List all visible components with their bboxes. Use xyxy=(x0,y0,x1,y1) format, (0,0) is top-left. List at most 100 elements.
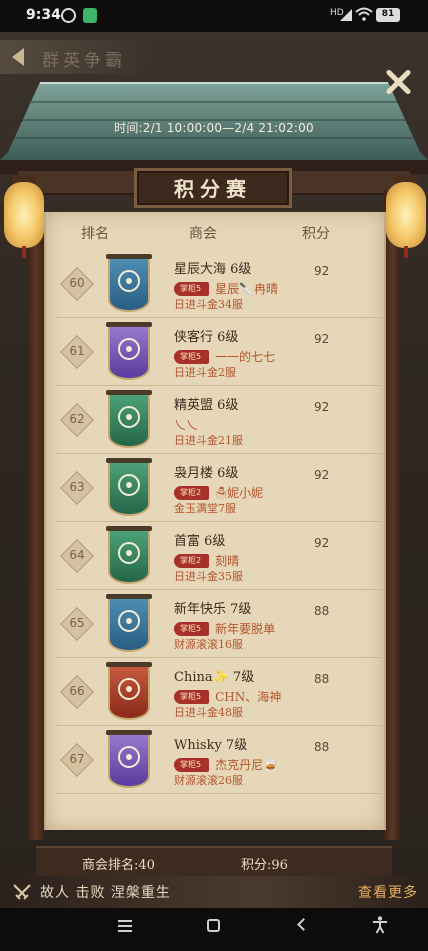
guild-banner-icon xyxy=(106,594,152,650)
guild-name: 精英盟 6级 xyxy=(174,398,239,413)
left-pillar xyxy=(28,190,44,840)
guild-banner-icon xyxy=(106,458,152,514)
my-guild-score: 积分:96 xyxy=(241,858,288,873)
view-more-link[interactable]: 查看更多 xyxy=(358,882,418,902)
leader-badge: 掌柜5 xyxy=(174,349,210,364)
rank-number: 62 xyxy=(69,412,85,426)
guild-banner-icon xyxy=(106,322,152,378)
leader-name: CHN、海神 xyxy=(215,690,282,704)
rank-number: 60 xyxy=(69,276,85,290)
header-rank: 排名 xyxy=(81,226,109,242)
back-arrow-icon[interactable] xyxy=(12,48,24,66)
guild-leader: 乀乀 xyxy=(174,414,198,432)
rank-number: 66 xyxy=(69,684,85,698)
event-title: 群英争霸 xyxy=(42,51,126,71)
guild-banner-icon xyxy=(106,730,152,786)
crossed-swords-icon xyxy=(13,884,31,900)
leader-name: 刻晴 xyxy=(215,554,240,568)
guild-server: 日进斗金48服 xyxy=(174,706,243,719)
leader-badge: 掌柜2 xyxy=(174,553,210,568)
leader-name: ☃妮小妮 xyxy=(215,486,264,500)
guild-name: 侠客行 6级 xyxy=(174,330,239,345)
ranking-row[interactable]: 65 新年快乐 7级 掌柜5 新年要脱单财源滚滚16服 88 xyxy=(56,590,382,658)
guild-name: 星辰大海 6级 xyxy=(174,262,252,277)
leader-badge: 掌柜2 xyxy=(174,485,210,500)
leader-name: 星辰🔪冉晴 xyxy=(215,282,279,296)
guild-score: 88 xyxy=(314,604,330,618)
home-icon[interactable] xyxy=(207,919,220,932)
signal-icon xyxy=(340,9,352,21)
ranking-row[interactable]: 63 袅月楼 6级 掌柜2 ☃妮小妮 金玉满堂7服 92 xyxy=(56,454,382,522)
wifi-icon xyxy=(355,7,373,21)
shield-icon xyxy=(83,8,97,23)
guild-server: 金玉满堂7服 xyxy=(174,502,236,515)
my-guild-rank: 商会排名:40 xyxy=(82,858,155,873)
alarm-icon xyxy=(61,8,76,23)
ticker-message: 故人 击败 涅槃重生 xyxy=(40,885,171,901)
guild-server: 日进斗金34服 xyxy=(174,298,243,311)
rank-number: 65 xyxy=(69,616,85,630)
guild-name: 袅月楼 6级 xyxy=(174,466,239,481)
guild-name: 首富 6级 xyxy=(174,534,226,549)
right-pillar xyxy=(384,190,400,840)
guild-server: 财源滚滚26服 xyxy=(174,774,243,787)
guild-score: 88 xyxy=(314,740,330,754)
guild-leader: 掌柜2 刻晴 xyxy=(174,550,239,568)
rank-number: 64 xyxy=(69,548,85,562)
leader-badge: 掌柜5 xyxy=(174,621,210,636)
leader-name: 新年要脱单 xyxy=(215,622,276,636)
leader-name: 杰克丹尼🥃 xyxy=(215,758,279,772)
battery-icon: 81 xyxy=(376,8,400,22)
right-lantern-icon xyxy=(386,176,426,258)
header-score: 积分 xyxy=(302,226,330,242)
guild-server: 日进斗金21服 xyxy=(174,434,243,447)
ranking-row[interactable]: 64 首富 6级掌柜2 刻晴日进斗金35服 92 xyxy=(56,522,382,590)
ranking-scroll[interactable]: 排名 商会 积分 60 星辰大海 6级 掌柜5 星辰🔪冉晴日进斗金34服 92 61 侠客行… xyxy=(44,212,386,830)
guild-leader: 掌柜2 ☃妮小妮 xyxy=(174,482,263,500)
event-time-range: 时间:2/1 10:00:00—2/4 21:02:00 xyxy=(114,121,314,135)
guild-banner-icon xyxy=(106,662,152,718)
leader-badge: 掌柜5 xyxy=(174,281,210,296)
ranking-row[interactable]: 62 精英盟 6级 乀乀日进斗金21服 92 xyxy=(56,386,382,454)
guild-score: 92 xyxy=(314,400,330,414)
guild-banner-icon xyxy=(106,390,152,446)
rank-number: 61 xyxy=(69,344,85,358)
guild-server: 日进斗金2服 xyxy=(174,366,236,379)
guild-score: 92 xyxy=(314,536,330,550)
guild-leader: 掌柜5 CHN、海神 xyxy=(174,686,281,704)
guild-score: 92 xyxy=(314,332,330,346)
guild-server: 日进斗金35服 xyxy=(174,570,243,583)
ranking-row[interactable]: 60 星辰大海 6级 掌柜5 星辰🔪冉晴日进斗金34服 92 xyxy=(56,250,382,318)
guild-leader: 掌柜5 一一的七七 xyxy=(174,346,275,364)
guild-leader: 掌柜5 新年要脱单 xyxy=(174,618,275,636)
guild-banner-icon xyxy=(106,254,152,310)
leader-name: 一一的七七 xyxy=(215,350,276,364)
guild-leader: 掌柜5 星辰🔪冉晴 xyxy=(174,278,278,296)
guild-score: 92 xyxy=(314,264,330,278)
rank-number: 67 xyxy=(69,752,85,766)
guild-name: China✨ 7级 xyxy=(174,670,255,685)
close-icon[interactable] xyxy=(384,68,412,96)
guild-banner-icon xyxy=(106,526,152,582)
table-header: 排名 商会 积分 xyxy=(46,220,384,246)
ranking-row[interactable]: 66 China✨ 7级 掌柜5 CHN、海神日进斗金48服 88 xyxy=(56,658,382,726)
guild-server: 财源滚滚16服 xyxy=(174,638,243,651)
status-bar: 9:34 HD 81 xyxy=(0,0,428,32)
guild-leader: 掌柜5 杰克丹尼🥃 xyxy=(174,754,278,772)
leader-badge: 掌柜5 xyxy=(174,689,210,704)
ranking-row[interactable]: 61 侠客行 6级 掌柜5 一一的七七日进斗金2服 92 xyxy=(56,318,382,386)
ranking-row[interactable]: 67 Whisky 7级 掌柜5 杰克丹尼🥃 财源滚滚26服 88 xyxy=(56,726,382,794)
recent-apps-icon[interactable] xyxy=(118,920,132,932)
plaque-title: 积分赛 xyxy=(174,177,252,201)
accessibility-icon[interactable] xyxy=(372,916,388,934)
status-time: 9:34 xyxy=(26,7,61,23)
header-guild: 商会 xyxy=(189,226,217,242)
guild-name: 新年快乐 7级 xyxy=(174,602,252,617)
leader-badge: 掌柜5 xyxy=(174,757,210,772)
my-guild-summary: 商会排名:40 积分:96 xyxy=(36,846,392,876)
left-lantern-icon xyxy=(4,176,44,258)
guild-score: 88 xyxy=(314,672,330,686)
leader-name: 乀乀 xyxy=(174,418,199,432)
guild-name: Whisky 7级 xyxy=(174,738,248,753)
guild-score: 92 xyxy=(314,468,330,482)
